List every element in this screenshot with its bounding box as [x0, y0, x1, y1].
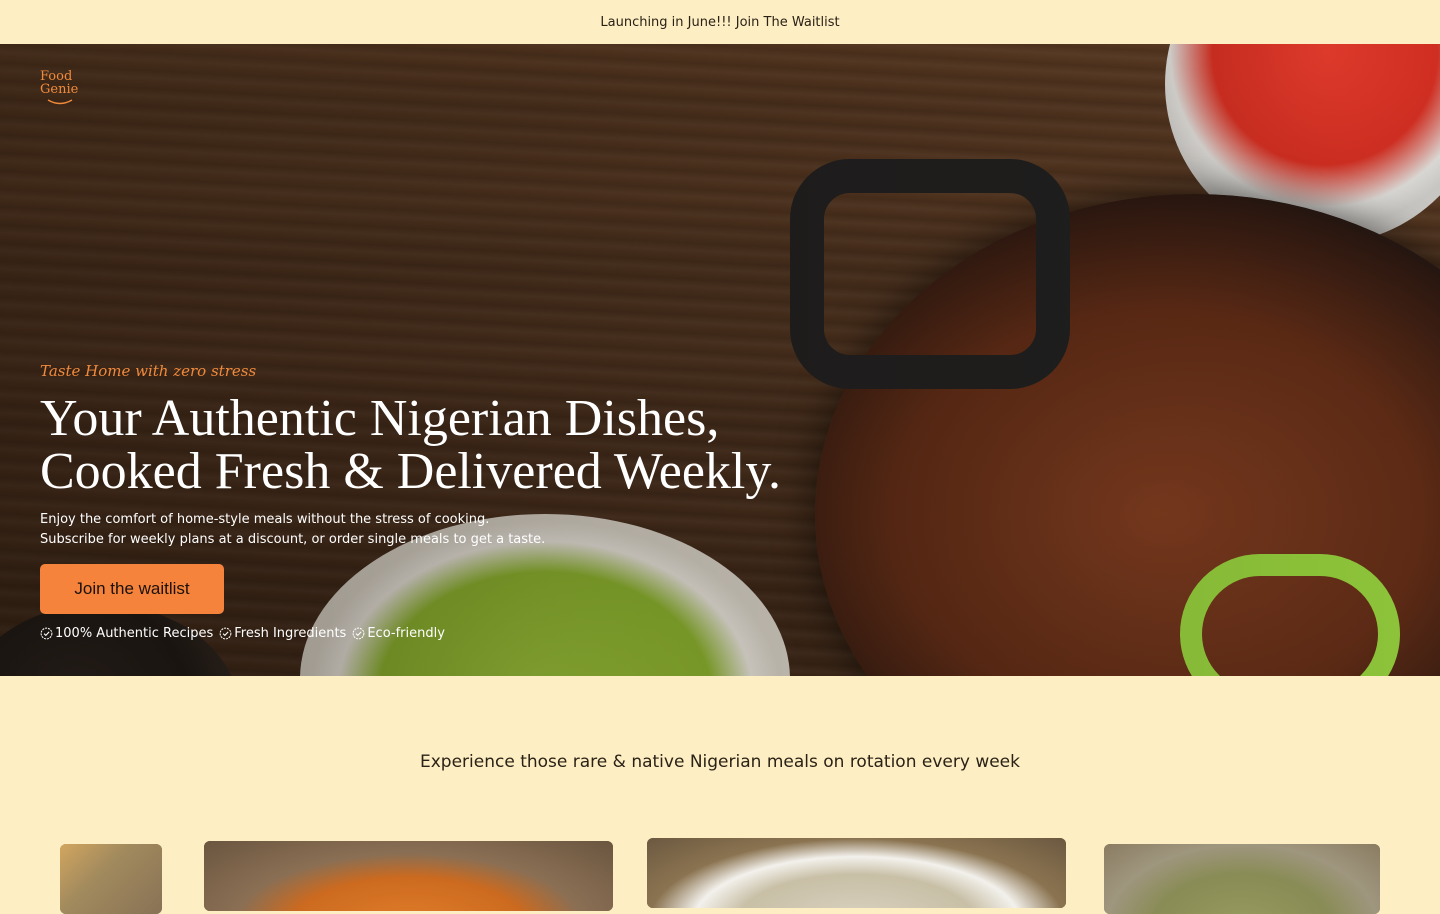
check-badge-icon — [352, 627, 365, 640]
meal-image — [1104, 844, 1380, 914]
meal-card[interactable] — [204, 841, 613, 911]
hero-content: Taste Home with zero stress Your Authent… — [40, 362, 860, 641]
hero-tagline: Taste Home with zero stress — [40, 362, 257, 380]
meal-image — [204, 841, 613, 911]
feature-list: 100% Authentic Recipes Fresh Ingredients… — [40, 626, 860, 641]
headline-line1: Your Authentic Nigerian Dishes, — [40, 390, 720, 447]
section-intro: Experience those rare & native Nigerian … — [420, 752, 1020, 772]
headline-line2: Cooked Fresh & Delivered Weekly. — [40, 443, 781, 500]
feature-label: Eco-friendly — [367, 626, 445, 641]
announcement-text[interactable]: Launching in June!!! Join The Waitlist — [600, 15, 839, 30]
hero-subtext: Enjoy the comfort of home-style meals wi… — [40, 510, 860, 550]
subtext-line1: Enjoy the comfort of home-style meals wi… — [40, 512, 490, 527]
meal-image — [60, 844, 162, 914]
meal-card[interactable] — [1104, 844, 1380, 914]
hero-headline: Your Authentic Nigerian Dishes, Cooked F… — [40, 392, 860, 498]
logo-line2: Genie — [40, 82, 79, 97]
feature-item: 100% Authentic Recipes — [40, 626, 213, 641]
meal-card[interactable] — [647, 838, 1066, 908]
check-badge-icon — [219, 627, 232, 640]
meal-carousel[interactable] — [0, 836, 1440, 914]
feature-item: Eco-friendly — [352, 626, 445, 641]
announcement-bar[interactable]: Launching in June!!! Join The Waitlist — [0, 0, 1440, 44]
logo-smile-icon — [47, 99, 73, 105]
feature-label: 100% Authentic Recipes — [55, 626, 214, 641]
meal-card[interactable] — [60, 844, 162, 914]
feature-item: Fresh Ingredients — [219, 626, 346, 641]
subtext-line2: Subscribe for weekly plans at a discount… — [40, 532, 546, 547]
hero-section: Food Genie Taste Home with zero stress Y… — [0, 44, 1440, 676]
logo[interactable]: Food Genie — [40, 70, 84, 110]
feature-label: Fresh Ingredients — [234, 626, 347, 641]
check-badge-icon — [40, 627, 53, 640]
join-waitlist-button[interactable]: Join the waitlist — [40, 564, 224, 614]
meal-image — [647, 838, 1066, 908]
